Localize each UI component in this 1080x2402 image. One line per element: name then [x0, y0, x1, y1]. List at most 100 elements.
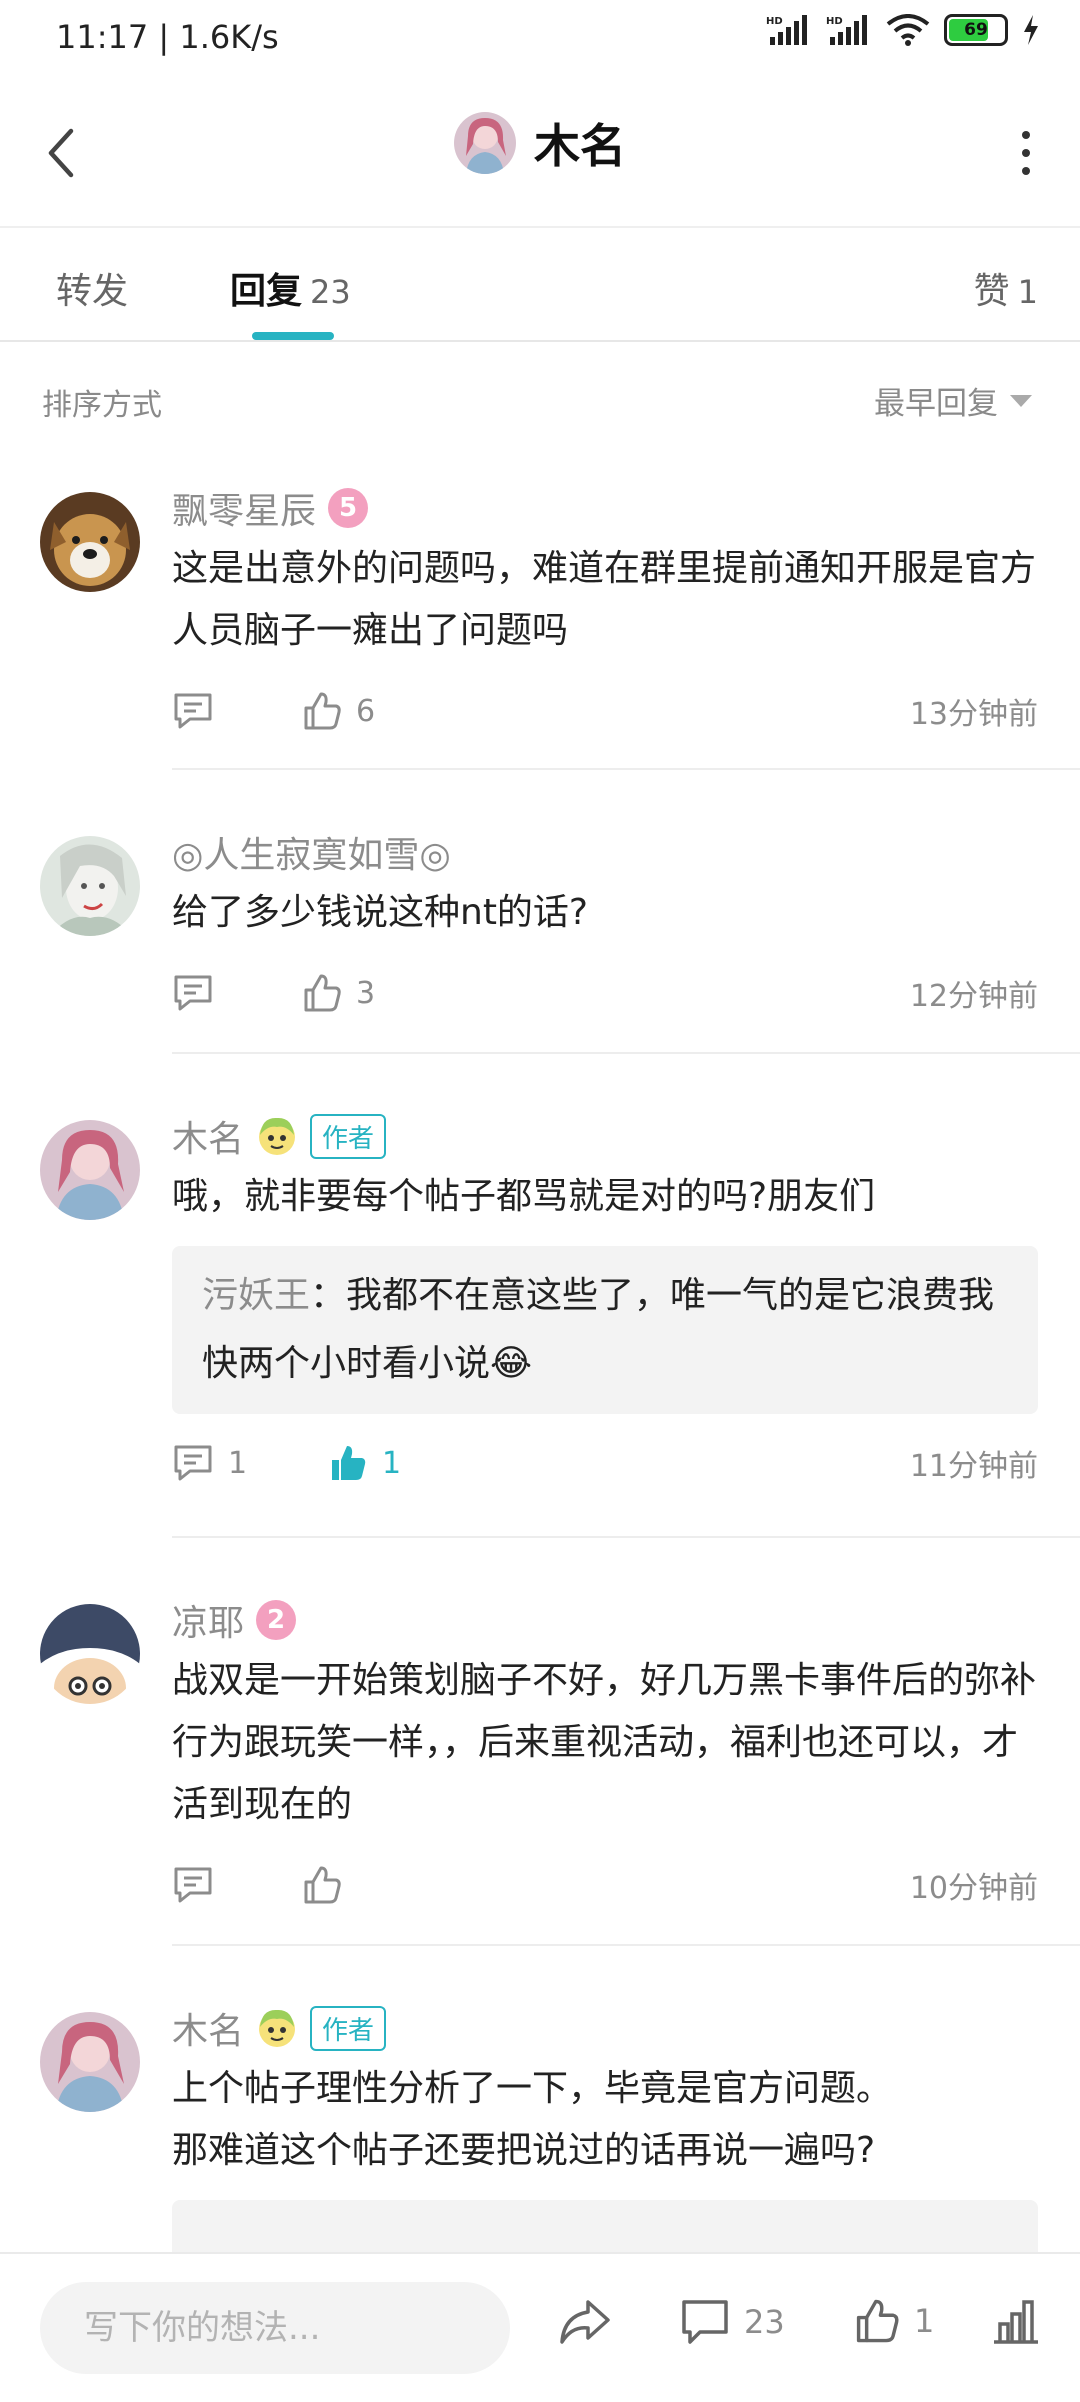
header: 木名: [0, 80, 1080, 228]
comment-text: 战双是一开始策划脑子不好，好几万黑卡事件后的弥补行为跟玩笑一样，，后来重视活动，…: [172, 1660, 1037, 1825]
comment-body: 凉耶 2 战双是一开始策划脑子不好，好几万黑卡事件后的弥补行为跟玩笑一样，，后来…: [172, 1592, 1038, 1916]
svg-text:HD: HD: [766, 16, 783, 27]
author-tag: 作者: [310, 1113, 387, 1159]
comment-time: 11分钟前: [909, 1449, 1038, 1484]
tab-count: 1: [1017, 273, 1038, 311]
reply-count: 1: [228, 1445, 248, 1481]
comment-actions: 3 12分钟前: [172, 962, 1038, 1024]
comment-text-line: 那难道这个帖子还要把说过的话再说一遍吗?: [172, 2130, 876, 2171]
avatar[interactable]: [40, 1604, 140, 1704]
comment-actions: 10分钟前: [172, 1854, 1038, 1916]
thumbs-up-icon: [304, 1866, 341, 1904]
comment-text: 上个帖子理性分析了一下，毕竟是官方问题。 那难道这个帖子还要把说过的话再说一遍吗…: [172, 2058, 1038, 2182]
thumbs-up-icon: [856, 2299, 899, 2343]
signal-icon-2: HD: [826, 15, 872, 45]
bottom-bar: 23 1: [0, 2252, 1080, 2402]
comment-time: 13分钟前: [909, 697, 1038, 732]
reply-button[interactable]: [172, 973, 228, 1013]
header-user[interactable]: 木名: [0, 110, 1080, 176]
tab-repost[interactable]: 转发: [56, 262, 128, 314]
username[interactable]: ◎人生寂寞如雪◎: [172, 826, 451, 878]
reply-button[interactable]: 1: [172, 1443, 247, 1483]
username[interactable]: 木名: [172, 2002, 244, 2054]
like-count: 3: [356, 975, 376, 1011]
share-button[interactable]: [558, 2298, 612, 2346]
username[interactable]: 木名: [172, 1110, 244, 1162]
comment-user: 木名 作者: [172, 2000, 1038, 2056]
sort-bar: 排序方式 最早回复: [0, 340, 1080, 460]
comment-icon: [174, 975, 212, 1011]
comment-icon: [174, 693, 212, 729]
sort-dropdown[interactable]: 最早回复: [874, 378, 1032, 423]
comment-text: 给了多少钱说这种nt的话?: [172, 892, 589, 933]
like-button[interactable]: 6: [302, 691, 375, 731]
like-button[interactable]: 1: [328, 1443, 401, 1483]
like-button[interactable]: 1: [854, 2298, 934, 2344]
author-tag: 作者: [310, 2005, 387, 2051]
tab-label: 转发: [56, 271, 129, 312]
quoted-reply[interactable]: 污妖王：我都不在意这些了，唯一气的是它浪费我快两个小时看小说😂: [172, 1246, 1038, 1414]
charging-icon: [1022, 15, 1040, 45]
tab-replies[interactable]: 回复 23: [230, 262, 351, 314]
tab-count: 23: [310, 273, 351, 311]
like-count: 6: [356, 693, 376, 729]
comment-time: 12分钟前: [909, 979, 1038, 1014]
divider: [172, 1052, 1080, 1054]
comment-text: 哦，就非要每个帖子都骂就是对的吗?朋友们: [172, 1176, 876, 1217]
divider: [172, 1536, 1080, 1538]
comment-actions: 6 13分钟前: [172, 680, 1038, 742]
avatar[interactable]: [40, 492, 140, 592]
comments-button[interactable]: 23: [680, 2298, 785, 2346]
avatar[interactable]: [40, 2012, 140, 2112]
status-bar: 11:17 | 1.6K/s HD HD 69: [0, 0, 1080, 80]
avatar[interactable]: [454, 112, 516, 174]
status-icons: HD HD 69: [766, 14, 1040, 46]
tab-label: 赞: [973, 271, 1010, 312]
comment-icon: [682, 2300, 728, 2344]
avatar[interactable]: [40, 1120, 140, 1220]
comment-body: 飘零星辰 5 这是出意外的问题吗，难道在群里提前通知开服是官方人员脑子一瘫出了问…: [172, 480, 1038, 742]
comment-time: 10分钟前: [909, 1871, 1038, 1906]
like-count: 1: [914, 2302, 935, 2340]
more-icon: [1022, 131, 1030, 139]
comment-body: 木名 作者 哦，就非要每个帖子都骂就是对的吗?朋友们 污妖王：我都不在意这些了，…: [172, 1108, 1038, 1494]
share-icon: [560, 2300, 610, 2344]
bar-chart-icon: [994, 2300, 1038, 2344]
thumbs-up-icon: [304, 692, 341, 730]
svg-text:HD: HD: [826, 16, 843, 27]
comment-input-box[interactable]: [40, 2282, 510, 2374]
comment-input[interactable]: [82, 2307, 506, 2349]
comment-body: ◎人生寂寞如雪◎ 给了多少钱说这种nt的话? 3 12分钟前: [172, 824, 1038, 1024]
tab-likes[interactable]: 赞1: [974, 262, 1038, 314]
comment-user: 木名 作者: [172, 1108, 1038, 1164]
thumbs-up-icon: [304, 974, 341, 1012]
like-button[interactable]: [302, 1865, 356, 1905]
comment-user: ◎人生寂寞如雪◎: [172, 824, 1038, 880]
sort-selected: 最早回复: [874, 386, 998, 422]
level-badge: 5: [328, 488, 369, 528]
comment-count: 23: [744, 2303, 785, 2341]
reply-button[interactable]: [172, 691, 228, 731]
comment-text-line: 上个帖子理性分析了一下，毕竟是官方问题。: [172, 2068, 893, 2109]
stats-button[interactable]: [992, 2298, 1040, 2344]
tab-bar: 转发 回复 23 赞1: [0, 228, 1080, 342]
reply-button[interactable]: [172, 1865, 228, 1905]
divider: [172, 1944, 1080, 1946]
more-menu-button[interactable]: [1006, 120, 1046, 186]
quoted-reply[interactable]: [172, 2200, 1038, 2260]
signal-icon: HD: [766, 15, 812, 45]
username[interactable]: 凉耶: [172, 1594, 244, 1646]
comment-text: 这是出意外的问题吗，难道在群里提前通知开服是官方人员脑子一瘫出了问题吗: [172, 548, 1037, 651]
divider: [172, 768, 1080, 770]
sort-label: 排序方式: [42, 388, 162, 423]
comment-body: 木名 作者 上个帖子理性分析了一下，毕竟是官方问题。 那难道这个帖子还要把说过的…: [172, 2000, 1038, 2260]
username[interactable]: 飘零星辰: [172, 482, 316, 534]
quoted-username: 污妖王: [202, 1275, 311, 1316]
level-badge: 2: [256, 1600, 297, 1640]
like-button[interactable]: 3: [302, 973, 375, 1013]
comment-user: 飘零星辰 5: [172, 480, 1038, 536]
thumbs-up-filled-icon: [332, 1446, 366, 1480]
avatar[interactable]: [40, 836, 140, 936]
medal-icon: [256, 1115, 298, 1157]
tab-indicator: [252, 332, 334, 340]
